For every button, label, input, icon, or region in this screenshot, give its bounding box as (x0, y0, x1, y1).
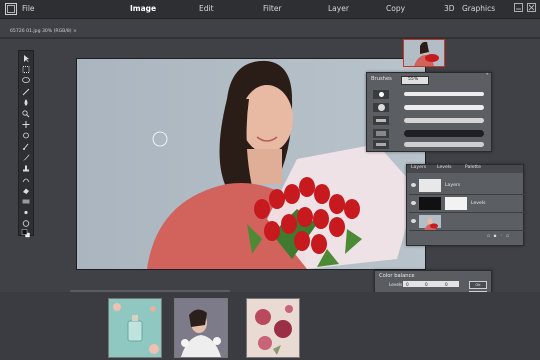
perfume-image (109, 299, 161, 357)
layer-thumbnail (419, 197, 441, 210)
levels-input[interactable]: 0 0 0 (403, 281, 459, 287)
levels-label: Levels (389, 282, 403, 287)
ps-logo-icon[interactable] (5, 3, 17, 15)
thumbnail-portrait[interactable] (174, 298, 228, 358)
brush-preset-row[interactable] (370, 139, 488, 150)
levels-value-2: 0 (425, 281, 428, 287)
brush-size-field[interactable]: 55% (401, 76, 429, 85)
layer-mask-thumbnail (445, 197, 467, 210)
menu-image[interactable]: Image (130, 4, 156, 13)
brush-stroke-preview (404, 92, 484, 96)
layers-tab-bar: Layers Levels Palette (407, 165, 523, 173)
menu-edit[interactable]: Edit (199, 4, 214, 13)
crop-icon[interactable] (21, 98, 31, 107)
ok-button[interactable]: Ok (469, 281, 487, 289)
brush-tip (373, 103, 389, 112)
magic-wand-icon[interactable] (21, 87, 31, 96)
lasso-icon[interactable] (21, 76, 31, 85)
navigator-thumbnail[interactable] (403, 39, 445, 67)
eye-icon[interactable] (411, 201, 416, 205)
layers-panel: Layers Levels Palette Layers Levels ▫ ▪ … (406, 164, 527, 246)
brush-stroke-preview (404, 130, 484, 137)
layer-row[interactable]: Levels (409, 195, 527, 213)
brushes-panel: Brushes 55% (366, 72, 492, 152)
close-icon[interactable] (527, 3, 536, 12)
gradient-icon[interactable] (21, 197, 31, 206)
tab-palette[interactable]: Palette (465, 165, 481, 170)
brush-tip (373, 90, 389, 99)
dodge-icon[interactable] (21, 208, 31, 217)
roses-image (247, 299, 299, 357)
levels-value-3: 0 (445, 281, 448, 287)
move-icon[interactable] (21, 54, 31, 63)
eye-icon[interactable] (411, 183, 416, 187)
menu-layer[interactable]: Layer (328, 4, 349, 13)
portrait-image (175, 299, 227, 357)
healing-icon[interactable] (21, 142, 31, 151)
navigator-preview-image (404, 40, 444, 66)
color-balance-title: Color balance (379, 273, 415, 279)
eye-icon[interactable] (411, 219, 416, 223)
menu-copy[interactable]: Copy (386, 4, 405, 13)
menu-3d[interactable]: 3D (444, 4, 455, 13)
layer-row[interactable]: Layers (409, 177, 527, 195)
marquee-icon[interactable] (21, 65, 31, 74)
brush-preset-row[interactable] (370, 128, 488, 139)
panel-collapse-icon[interactable]: » (486, 71, 492, 76)
layer-name: Levels (471, 201, 486, 206)
eraser-icon[interactable] (21, 186, 31, 195)
levels-value-1: 0 (406, 281, 409, 287)
menu-bar: File Image Edit Filter Layer Copy 3D Gra… (0, 0, 540, 19)
tools-panel (18, 50, 34, 238)
layer-row[interactable] (409, 213, 527, 231)
clone-icon[interactable] (21, 131, 31, 140)
brush-stroke-preview (404, 142, 484, 147)
brush-stroke-preview (404, 118, 484, 123)
brush-stroke-preview (404, 105, 484, 110)
layers-footer-icons[interactable]: ▫ ▪ ◦ ▫ (487, 234, 521, 241)
eyedropper-icon[interactable] (21, 109, 31, 118)
thumbnail-roses[interactable] (246, 298, 300, 358)
layer-photo-preview (424, 218, 438, 230)
brushes-title: Brushes (371, 76, 392, 82)
menu-graphics[interactable]: Graphics (462, 4, 495, 13)
history-brush-icon[interactable] (21, 175, 31, 184)
brush-icon[interactable] (21, 153, 31, 162)
brush-tip (373, 129, 389, 138)
brush-tip (373, 116, 389, 125)
stamp-icon[interactable] (21, 164, 31, 173)
document-tab[interactable]: 65726 01.jpg 30% (RGB/8) × (10, 29, 77, 34)
tab-layers[interactable]: Layers (411, 165, 426, 170)
ruler (0, 37, 540, 39)
layer-thumbnail (419, 179, 441, 192)
minimize-icon[interactable] (514, 3, 523, 12)
foreground-color-icon[interactable] (21, 229, 31, 238)
crosshair-icon[interactable] (21, 120, 31, 129)
menu-filter[interactable]: Filter (263, 4, 282, 13)
menu-file[interactable]: File (22, 4, 35, 13)
image-filmstrip (0, 292, 540, 360)
layer-name: Layers (445, 183, 461, 188)
brush-tip (373, 140, 389, 149)
brush-preset-row[interactable] (370, 115, 488, 126)
thumbnail-perfume[interactable] (108, 298, 162, 358)
layer-thumbnail (419, 215, 441, 230)
document-tab-bar: 65726 01.jpg 30% (RGB/8) × (0, 28, 540, 37)
tab-levels[interactable]: Levels (437, 165, 452, 170)
brush-preset-row[interactable] (370, 102, 488, 113)
brush-size-value: 55% (408, 77, 419, 82)
brush-preset-row[interactable] (370, 89, 488, 100)
zoom-icon[interactable] (21, 219, 31, 228)
